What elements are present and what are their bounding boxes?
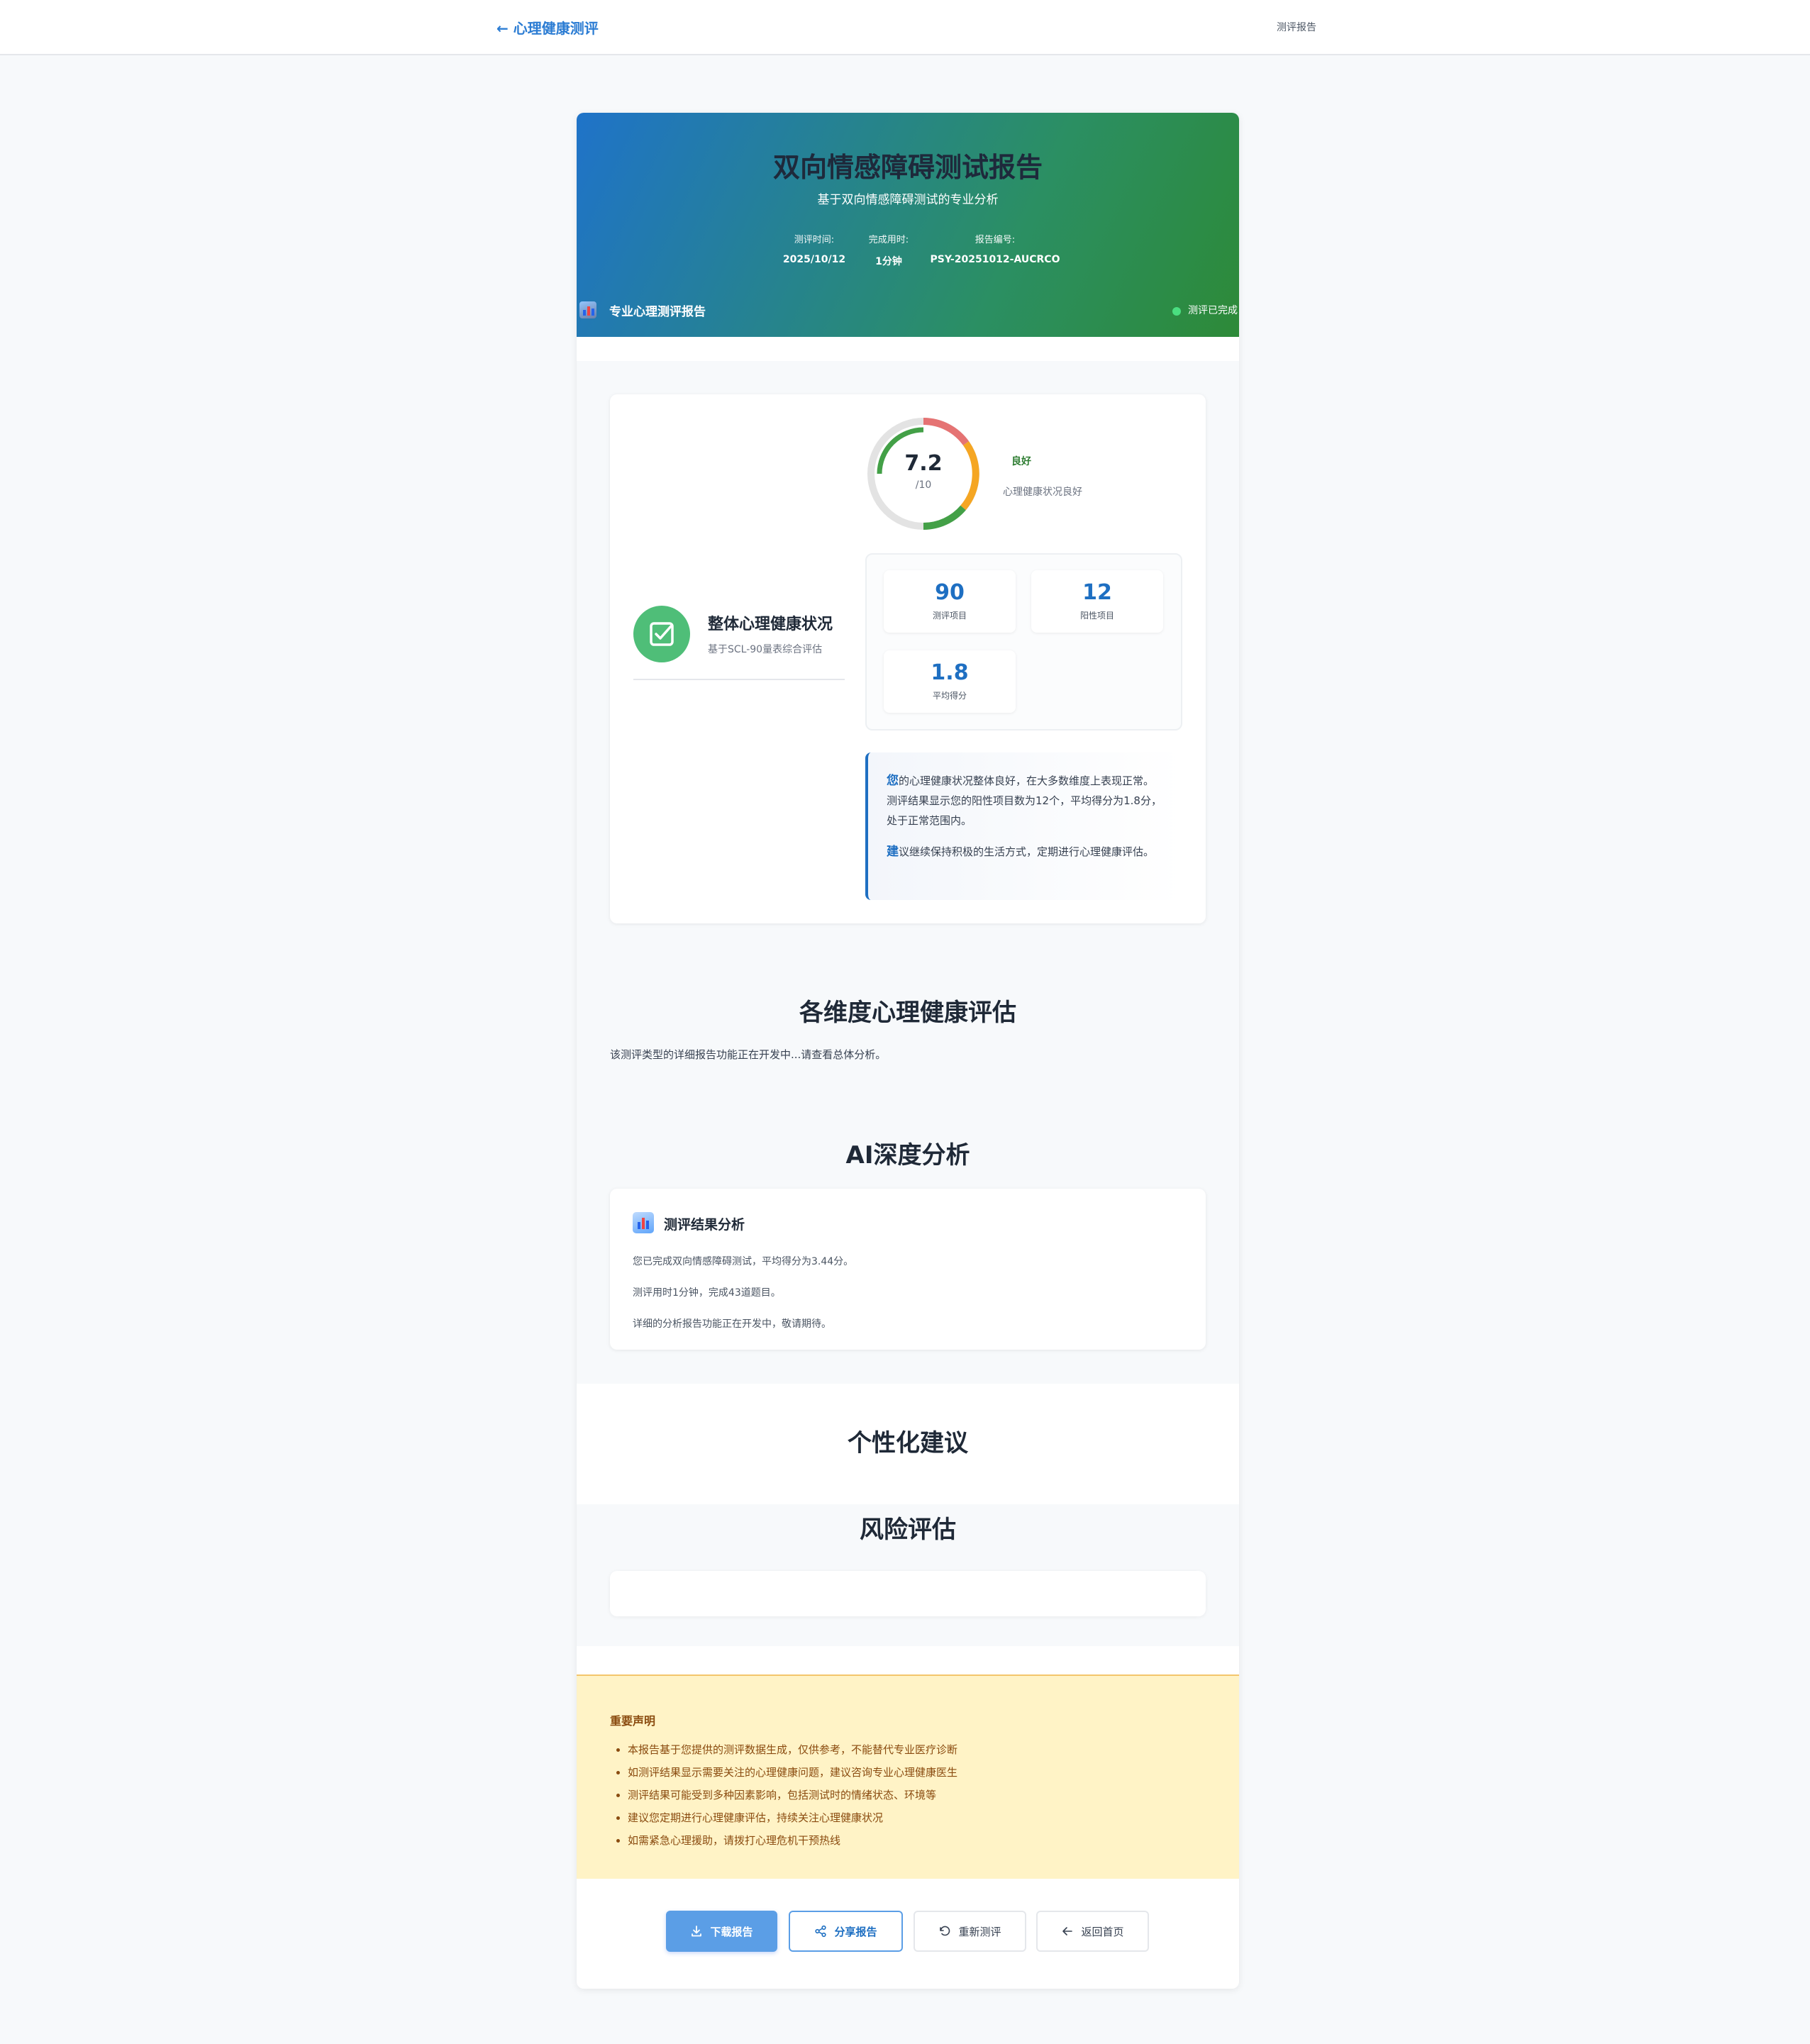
rotate-ccw-icon	[940, 1926, 950, 1936]
back-home-button[interactable]: 返回首页	[1036, 1911, 1149, 1952]
meta-report-id-value: PSY-20251012-AUCRCO	[930, 254, 1060, 265]
overall-health-card: 整体心理健康状况 基于SCL-90量表综合评估 7.2 /10 良好 心理健康状…	[610, 394, 1206, 923]
back-home-label: 返回首页	[1081, 1925, 1124, 1938]
report-type-label: 专业心理测评报告	[609, 305, 706, 319]
score-level-description: 心理健康状况良好	[1003, 487, 1082, 498]
ai-analysis-line: 详细的分析报告功能正在开发中，敬请期待。	[633, 1318, 831, 1330]
disclaimer-title: 重要声明	[610, 1714, 656, 1728]
bar-chart-icon	[579, 301, 596, 318]
risk-card	[610, 1571, 1206, 1616]
disclaimer-section: 重要声明 本报告基于您提供的测评数据生成，仅供参考，不能替代专业医疗诊断 如测评…	[577, 1674, 1239, 1879]
download-report-label: 下载报告	[710, 1925, 753, 1938]
ai-analysis-line: 测评用时1分钟，完成43道题目。	[633, 1287, 781, 1299]
retest-button[interactable]: 重新测评	[914, 1911, 1026, 1952]
bar-chart-icon	[633, 1212, 654, 1233]
stat-label: 测评项目	[932, 611, 967, 621]
meta-duration: 完成用时: 1分钟	[850, 232, 928, 268]
disclaimer-item: 本报告基于您提供的测评数据生成，仅供参考，不能替代专业医疗诊断	[628, 1738, 957, 1761]
overall-analysis: 您的心理健康状况整体良好，在大多数维度上表现正常。测评结果显示您的阳性项目数为1…	[865, 752, 1182, 900]
meta-report-id-label: 报告编号:	[975, 235, 1016, 245]
meta-test-time: 测评时间: 2025/10/12	[768, 232, 860, 265]
report-container: 双向情感障碍测试报告 基于双向情感障碍测试的专业分析 测评时间: 2025/10…	[577, 113, 1239, 1989]
report-title: 双向情感障碍测试报告	[772, 152, 1043, 183]
overall-title: 整体心理健康状况	[708, 616, 833, 633]
disclaimer-item: 如需紧急心理援助，请拨打心理危机干预热线	[628, 1829, 957, 1852]
ai-card-title: 测评结果分析	[664, 1217, 745, 1233]
top-nav-bar: ← 心理健康测评 测评报告	[0, 0, 1810, 55]
ai-analysis-title: AI深度分析	[845, 1141, 970, 1170]
stat-average-score: 1.8 平均得分	[884, 650, 1016, 713]
stat-value: 1.8	[931, 660, 969, 685]
analysis-lead: 建	[887, 845, 899, 859]
action-bar: 下载报告 分享报告 重新测评 返回首页	[577, 1911, 1239, 1953]
report-header: 双向情感障碍测试报告 基于双向情感障碍测试的专业分析 测评时间: 2025/10…	[577, 113, 1239, 337]
retest-label: 重新测评	[958, 1925, 1001, 1938]
ai-analysis-line: 您已完成双向情感障碍测试，平均得分为3.44分。	[633, 1256, 854, 1267]
disclaimer-item: 测评结果可能受到多种因素影响，包括测试时的情绪状态、环境等	[628, 1784, 957, 1806]
meta-test-time-value: 2025/10/12	[782, 254, 846, 265]
meta-report-id: 报告编号: PSY-20251012-AUCRCO	[917, 232, 1073, 265]
nav-page-title: 测评报告	[1277, 22, 1316, 33]
disclaimer-list: 本报告基于您提供的测评数据生成，仅供参考，不能替代专业医疗诊断 如测评结果显示需…	[628, 1738, 957, 1852]
download-report-button[interactable]: 下载报告	[666, 1911, 777, 1952]
stat-value: 12	[1082, 580, 1112, 605]
advice-section: 个性化建议	[577, 1384, 1239, 1504]
download-icon	[692, 1926, 702, 1937]
analysis-text: 议继续保持积极的生活方式，定期进行心理健康评估。	[899, 845, 1155, 858]
check-square-icon	[633, 606, 690, 662]
analysis-lead: 您	[887, 774, 899, 788]
status-label: 测评已完成	[1188, 305, 1238, 316]
risk-section: 风险评估	[577, 1504, 1239, 1646]
overall-subtitle: 基于SCL-90量表综合评估	[708, 644, 823, 655]
meta-test-time-label: 测评时间:	[794, 235, 835, 245]
share-icon	[815, 1925, 827, 1938]
stats-panel: 90 测评项目 12 阳性项目 1.8 平均得分	[865, 553, 1182, 731]
analysis-text: 的心理健康状况整体良好，在大多数维度上表现正常。测评结果显示您的阳性项目数为12…	[887, 774, 1162, 827]
back-link[interactable]: ← 心理健康测评	[496, 17, 599, 38]
analysis-paragraph: 您的心理健康状况整体良好，在大多数维度上表现正常。测评结果显示您的阳性项目数为1…	[887, 771, 1164, 831]
meta-duration-label: 完成用时:	[868, 235, 909, 245]
disclaimer-item: 如测评结果显示需要关注的心理健康问题，建议咨询专业心理健康医生	[628, 1761, 957, 1784]
disclaimer-item: 建议您定期进行心理健康评估，持续关注心理健康状况	[628, 1806, 957, 1829]
arrow-left-icon	[1062, 1927, 1073, 1935]
risk-title: 风险评估	[860, 1516, 956, 1544]
share-report-label: 分享报告	[834, 1925, 877, 1938]
score-level-badge: 良好	[1011, 456, 1031, 467]
divider	[633, 679, 845, 680]
advice-title: 个性化建议	[848, 1429, 968, 1457]
status-dot-icon	[1172, 307, 1181, 316]
stat-value: 90	[935, 580, 965, 605]
dimensions-note: 该测评类型的详细报告功能正在开发中...请查看总体分析。	[610, 1048, 887, 1061]
score-value: 7.2	[904, 451, 943, 476]
stat-label: 阳性项目	[1079, 611, 1114, 621]
stat-total-items: 90 测评项目	[884, 570, 1016, 633]
report-subtitle: 基于双向情感障碍测试的专业分析	[817, 193, 999, 207]
share-report-button[interactable]: 分享报告	[789, 1911, 903, 1952]
dimensions-title: 各维度心理健康评估	[799, 999, 1016, 1027]
analysis-paragraph: 建议继续保持积极的生活方式，定期进行心理健康评估。	[887, 842, 1164, 862]
meta-duration-value: 1分钟	[875, 256, 902, 267]
stat-label: 平均得分	[932, 691, 967, 701]
header-footer-bar: 专业心理测评报告 测评已完成	[577, 299, 1239, 323]
ai-analysis-card: 测评结果分析 您已完成双向情感障碍测试，平均得分为3.44分。 测评用时1分钟，…	[610, 1189, 1206, 1350]
stat-positive-items: 12 阳性项目	[1031, 570, 1163, 633]
score-max: /10	[915, 479, 932, 491]
